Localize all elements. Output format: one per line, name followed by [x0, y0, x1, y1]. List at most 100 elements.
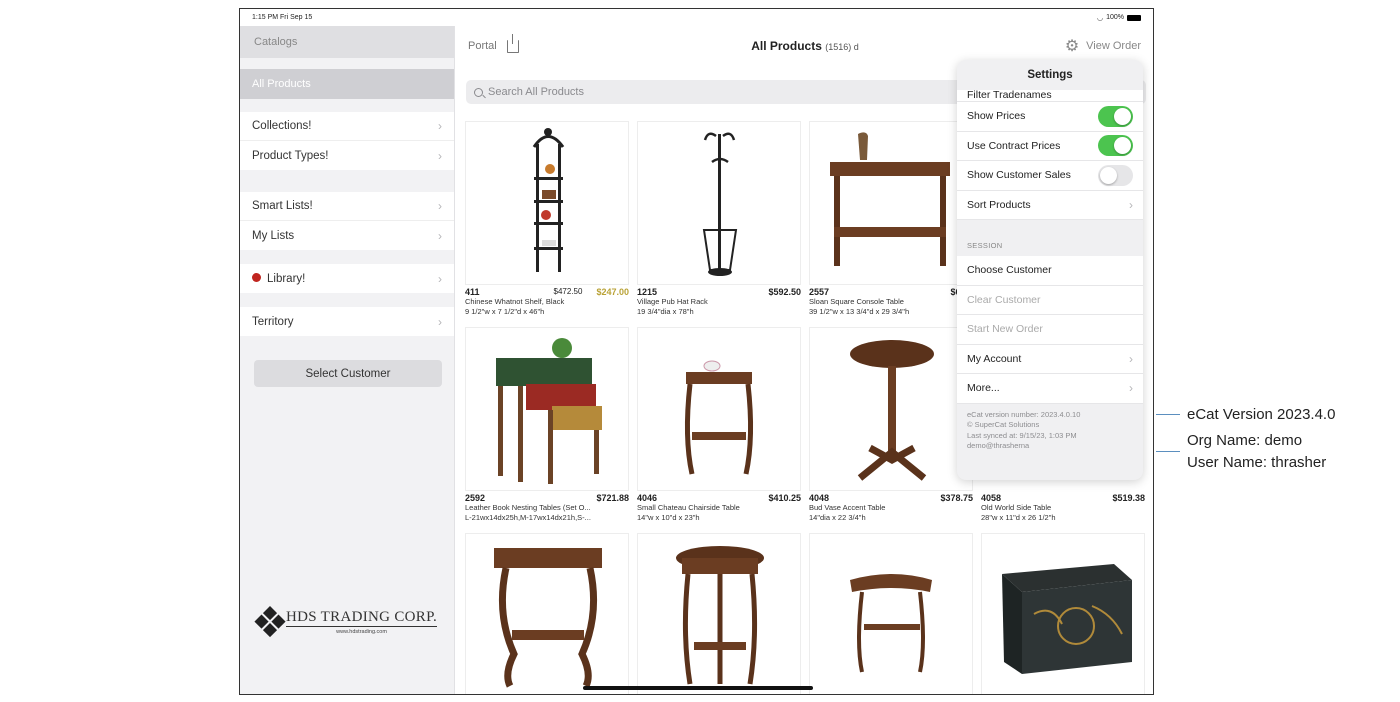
sidebar-group-browse: Collections! › Product Types! ›: [240, 112, 454, 170]
show-customer-sales-toggle[interactable]: [1098, 164, 1133, 186]
product-card[interactable]: [637, 533, 801, 694]
product-card[interactable]: 411 $472.50 $247.00 Chinese Whatnot Shelf,…: [465, 121, 629, 317]
chevron-right-icon: ›: [438, 148, 442, 163]
product-name: Leather Book Nesting Tables (Set O...: [465, 503, 591, 512]
product-card[interactable]: [465, 533, 629, 694]
product-image[interactable]: [465, 533, 629, 694]
sidebar-item-label: Smart Lists!: [252, 200, 313, 212]
product-dims: 9 1/2"w x 7 1/2"d x 46"h: [465, 307, 545, 316]
sidebar-group-territory: Territory ›: [240, 307, 454, 336]
filter-tradenames-row[interactable]: Filter Tradenames: [957, 90, 1143, 102]
product-price: $592.50: [768, 287, 801, 297]
show-prices-toggle[interactable]: [1098, 105, 1133, 127]
product-image[interactable]: [809, 327, 973, 491]
product-image[interactable]: [637, 121, 801, 285]
product-card[interactable]: 2592 $721.88 Leather Book Nesting Tables …: [465, 327, 629, 523]
product-image[interactable]: [637, 327, 801, 491]
product-price: $519.38: [1112, 493, 1145, 503]
catalogs-header[interactable]: Catalogs: [240, 26, 454, 58]
product-image[interactable]: [809, 121, 973, 285]
sidebar-item-product-types[interactable]: Product Types! ›: [240, 141, 454, 170]
hds-logo-url: www.hdstrading.com: [336, 629, 387, 635]
sidebar-item-label: Product Types!: [252, 149, 329, 162]
hds-logo-name: HDS TRADING CORP.: [286, 609, 438, 627]
gear-icon[interactable]: ⚙: [1065, 36, 1079, 56]
product-name: Small Chateau Chairside Table: [637, 503, 740, 512]
page-title: All Products (1516) d: [751, 39, 859, 53]
settings-popover: Settings Filter Tradenames Show Prices U…: [957, 60, 1143, 480]
use-contract-prices-row: Use Contract Prices: [957, 132, 1143, 161]
product-card[interactable]: [981, 533, 1145, 694]
home-indicator[interactable]: [583, 686, 813, 690]
product-dims: 14"w x 10"d x 23"h: [637, 513, 700, 522]
ipad-screen: 1:15 PM Fri Sep 15 ◡ 100% Catalogs All P…: [239, 8, 1154, 695]
product-sale-price: $247.00: [596, 287, 629, 297]
session-section-header: SESSION: [967, 241, 1003, 250]
version-info: eCat version number: 2023.4.0.10 © Super…: [967, 409, 1081, 451]
wifi-icon: ◡: [1096, 14, 1104, 22]
annotation-org: Org Name: demo: [1187, 432, 1303, 449]
chevron-right-icon: ›: [438, 199, 442, 213]
sidebar-item-collections[interactable]: Collections! ›: [240, 112, 454, 141]
product-image[interactable]: [809, 533, 973, 694]
sidebar-item-my-lists[interactable]: My Lists ›: [240, 221, 454, 250]
product-image[interactable]: [465, 327, 629, 491]
select-customer-button[interactable]: Select Customer: [254, 360, 442, 387]
sidebar-item-label: Collections!: [252, 120, 312, 132]
product-sku: 4048: [809, 493, 830, 503]
sidebar-item-territory[interactable]: Territory ›: [240, 307, 454, 336]
more-row[interactable]: More... ›: [957, 374, 1143, 404]
clear-customer-row: Clear Customer: [957, 286, 1143, 315]
product-price: $378.75: [940, 493, 973, 503]
battery-percent: 100%: [1106, 14, 1124, 21]
view-order-button[interactable]: View Order: [1086, 40, 1141, 52]
product-image[interactable]: [637, 533, 801, 694]
start-new-order-row: Start New Order: [957, 315, 1143, 345]
show-prices-row: Show Prices: [957, 102, 1143, 132]
product-name: Chinese Whatnot Shelf, Black: [465, 297, 565, 306]
status-bar: 1:15 PM Fri Sep 15 ◡ 100%: [240, 9, 1153, 26]
chevron-right-icon: ›: [1129, 381, 1133, 396]
choose-customer-row[interactable]: Choose Customer: [957, 256, 1143, 286]
library-dot-icon: [252, 272, 261, 282]
sidebar-item-label: My Lists: [252, 229, 295, 242]
sidebar-item-label: Territory: [252, 315, 294, 328]
my-account-row[interactable]: My Account ›: [957, 345, 1143, 374]
sidebar-item-library[interactable]: Library! ›: [240, 264, 454, 293]
product-name: Bud Vase Accent Table: [809, 503, 886, 512]
product-sku: 411: [465, 287, 480, 297]
sidebar-item-smart-lists[interactable]: Smart Lists! ›: [240, 192, 454, 221]
sidebar-group-library: Library! ›: [240, 264, 454, 293]
chevron-right-icon: ›: [438, 314, 442, 329]
product-image[interactable]: [465, 121, 629, 285]
product-sku: 4058: [981, 493, 1002, 503]
annotation-line: [1156, 451, 1180, 452]
product-price: $721.88: [596, 493, 629, 503]
product-card[interactable]: [809, 533, 973, 694]
sidebar: Catalogs All Products Collections! › Pro…: [240, 26, 455, 694]
product-card[interactable]: 4048 $378.75 Bud Vase Accent Table 14"dia…: [809, 327, 973, 523]
product-dims: 28"w x 11"d x 26 1/2"h: [981, 513, 1056, 522]
chevron-right-icon: ›: [438, 228, 442, 243]
product-card[interactable]: 4046 $410.25 Small Chateau Chairside Tabl…: [637, 327, 801, 523]
sidebar-group-lists: Smart Lists! › My Lists ›: [240, 192, 454, 250]
hds-logo-mark: [253, 606, 287, 640]
product-name: Old World Side Table: [981, 503, 1052, 512]
product-card[interactable]: 2557$676. Sloan Square Console Table 39 …: [809, 121, 973, 317]
annotation-version: eCat Version 2023.4.0: [1187, 406, 1336, 423]
settings-title: Settings: [1027, 69, 1073, 81]
product-image[interactable]: [981, 533, 1145, 694]
product-card[interactable]: 1215 $592.50 Village Pub Hat Rack 19 3/4"…: [637, 121, 801, 317]
status-time: 1:15 PM Fri Sep 15: [252, 14, 313, 21]
sort-products-row[interactable]: Sort Products ›: [957, 191, 1143, 220]
show-customer-sales-row: Show Customer Sales: [957, 161, 1143, 191]
sidebar-item-all-products[interactable]: All Products: [240, 69, 454, 99]
hds-logo: HDS TRADING CORP. www.hdstrading.com: [254, 606, 438, 638]
chevron-right-icon: ›: [438, 271, 442, 286]
search-placeholder: Search All Products: [488, 86, 584, 98]
product-dims: L-21wx14dx25h,M-17wx14dx21h,S-...: [465, 513, 591, 522]
product-sku: 2557: [809, 287, 830, 297]
use-contract-prices-toggle[interactable]: [1098, 135, 1133, 157]
battery-icon: [1127, 14, 1141, 21]
chevron-right-icon: ›: [1129, 197, 1133, 212]
